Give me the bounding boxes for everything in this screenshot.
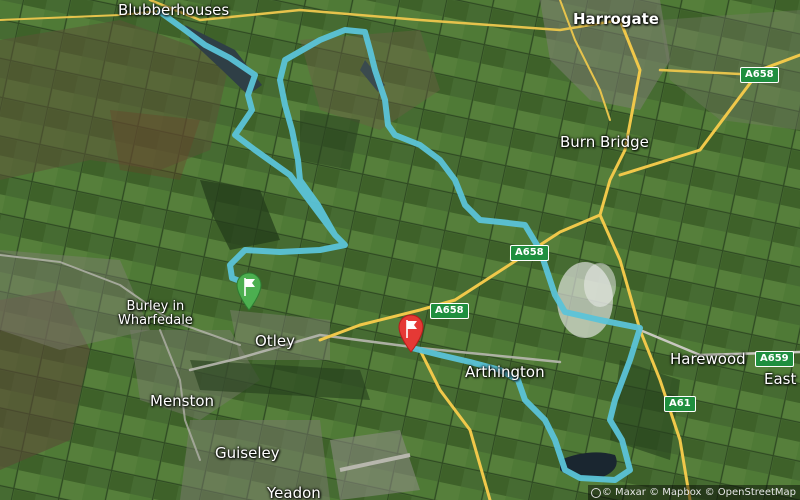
road-shield-a658-ne: A658 [740, 67, 779, 83]
place-guiseley: Guiseley [215, 444, 280, 462]
place-arthington: Arthington [465, 363, 545, 381]
map-attribution[interactable]: © Maxar © Mapbox © OpenStreetMap [587, 485, 800, 500]
road-shield-a658-otley: A658 [430, 303, 469, 319]
map[interactable]: Blubberhouses Harrogate Burn Bridge Burl… [0, 0, 800, 500]
place-blubberhouses: Blubberhouses [118, 1, 230, 19]
place-menston: Menston [150, 392, 215, 410]
road-shield-a658-mid: A658 [510, 245, 549, 261]
route-line [157, 9, 643, 483]
place-burley-in-wharfedale: Burley in Wharfedale [118, 299, 193, 329]
place-yeadon: Yeadon [267, 484, 321, 500]
place-harewood: Harewood [670, 350, 746, 368]
road-shield-a659: A659 [755, 351, 794, 367]
place-burn-bridge: Burn Bridge [560, 133, 649, 151]
place-harrogate: Harrogate [573, 10, 659, 28]
start-flag-marker[interactable] [236, 271, 262, 311]
info-icon[interactable] [590, 488, 601, 498]
finish-flag-marker[interactable] [398, 313, 424, 353]
place-otley: Otley [255, 332, 295, 350]
attribution-text: © Maxar © Mapbox © OpenStreetMap [601, 487, 796, 498]
road-shield-a61: A61 [664, 396, 696, 412]
place-east-keswick: East Ke [764, 370, 800, 388]
